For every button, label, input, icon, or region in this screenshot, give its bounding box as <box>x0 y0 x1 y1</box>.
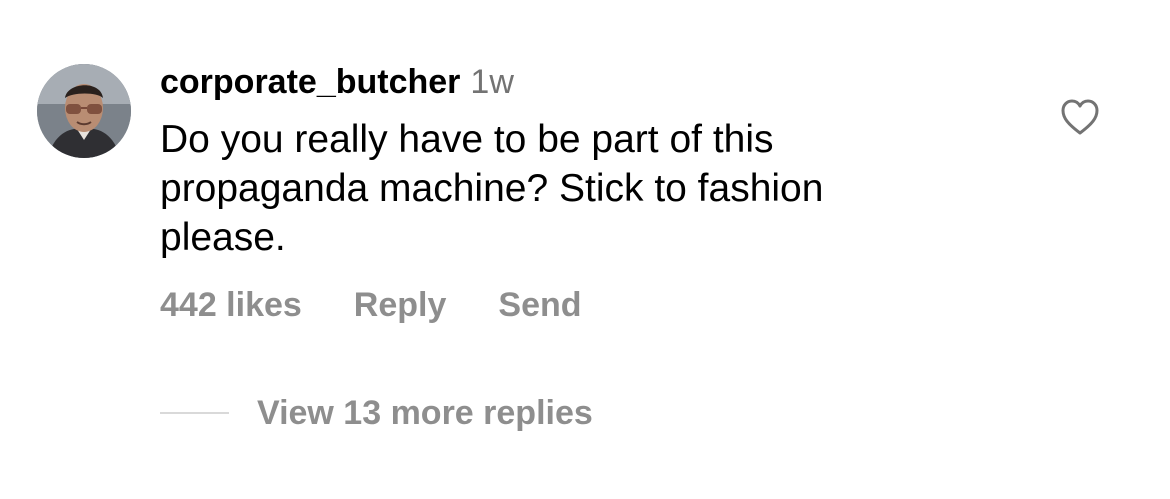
likes-count[interactable]: 442 likes <box>160 285 302 325</box>
user-avatar-image <box>37 64 131 158</box>
comment-timestamp: 1w <box>470 63 514 101</box>
reply-button[interactable]: Reply <box>354 285 447 325</box>
avatar[interactable] <box>37 64 131 158</box>
comment-header: corporate_butcher 1w <box>160 62 514 102</box>
comment-text: Do you really have to be part of this pr… <box>160 118 824 259</box>
view-replies-row[interactable]: View 13 more replies <box>160 393 593 433</box>
comment-item: corporate_butcher 1w Do you really have t… <box>0 0 1170 499</box>
view-replies-button[interactable]: View 13 more replies <box>257 393 593 433</box>
replies-divider <box>160 412 229 414</box>
send-button[interactable]: Send <box>498 285 581 325</box>
username-link[interactable]: corporate_butcher <box>160 63 460 101</box>
heart-outline-icon[interactable] <box>1060 98 1100 136</box>
comment-actions: 442 likes Reply Send <box>160 285 582 325</box>
